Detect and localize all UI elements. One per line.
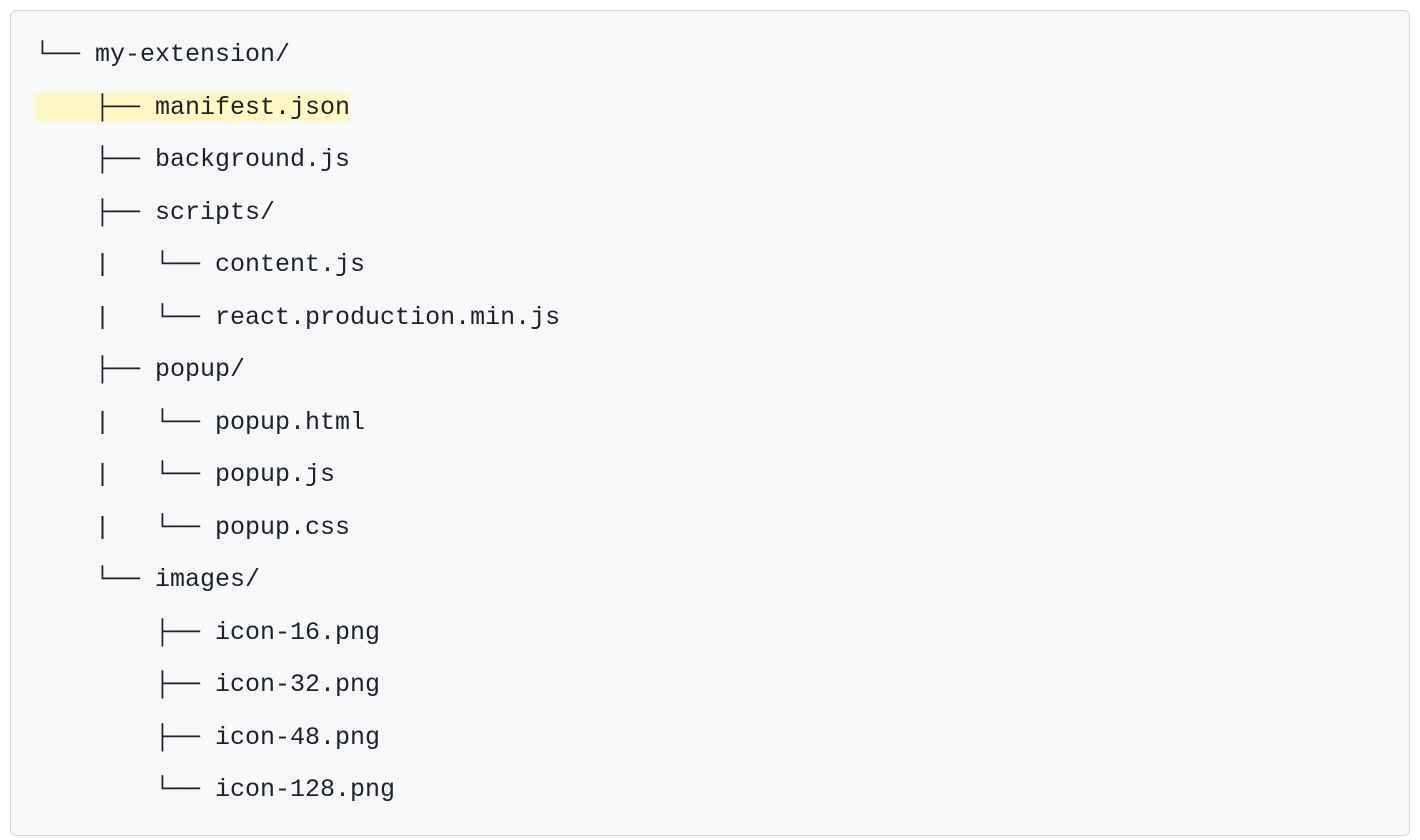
tree-entry-name: icon-48.png <box>215 723 380 752</box>
tree-prefix: | └── <box>35 408 215 437</box>
tree-line: | └── popup.js <box>35 449 1385 502</box>
tree-entry-name: popup.css <box>215 513 350 542</box>
tree-prefix: └── <box>35 775 215 804</box>
tree-line: | └── popup.css <box>35 502 1385 555</box>
tree-line: ├── manifest.json <box>35 82 1385 135</box>
tree-line: ├── popup/ <box>35 344 1385 397</box>
tree-line: | └── content.js <box>35 239 1385 292</box>
tree-prefix: ├── <box>35 145 155 174</box>
tree-line: └── my-extension/ <box>35 29 1385 82</box>
tree-entry-name: my-extension/ <box>95 40 290 69</box>
tree-prefix: ├── <box>35 93 155 122</box>
tree-line: ├── scripts/ <box>35 187 1385 240</box>
tree-line: ├── icon-16.png <box>35 607 1385 660</box>
tree-prefix: | └── <box>35 250 215 279</box>
tree-entry-name: popup/ <box>155 355 245 384</box>
tree-line: ├── background.js <box>35 134 1385 187</box>
tree-entry-name: images/ <box>155 565 260 594</box>
tree-entry-name: manifest.json <box>155 93 350 122</box>
tree-prefix: ├── <box>35 723 215 752</box>
tree-prefix: ├── <box>35 618 215 647</box>
file-tree-content: └── my-extension/ ├── manifest.json ├── … <box>35 29 1385 817</box>
tree-entry-name: scripts/ <box>155 198 275 227</box>
tree-entry-name: icon-16.png <box>215 618 380 647</box>
tree-prefix: ├── <box>35 670 215 699</box>
tree-prefix: └── <box>35 565 155 594</box>
tree-prefix: └── <box>35 40 95 69</box>
tree-prefix: ├── <box>35 198 155 227</box>
tree-entry-name: content.js <box>215 250 365 279</box>
tree-prefix: ├── <box>35 355 155 384</box>
highlighted-line: ├── manifest.json <box>35 93 350 122</box>
tree-line: └── images/ <box>35 554 1385 607</box>
tree-prefix: | └── <box>35 460 215 489</box>
file-tree-code-block: └── my-extension/ ├── manifest.json ├── … <box>10 10 1410 836</box>
tree-line: | └── react.production.min.js <box>35 292 1385 345</box>
tree-prefix: | └── <box>35 303 215 332</box>
tree-entry-name: popup.js <box>215 460 335 489</box>
tree-entry-name: react.production.min.js <box>215 303 560 332</box>
tree-entry-name: popup.html <box>215 408 365 437</box>
tree-line: ├── icon-32.png <box>35 659 1385 712</box>
tree-entry-name: background.js <box>155 145 350 174</box>
tree-line: ├── icon-48.png <box>35 712 1385 765</box>
tree-entry-name: icon-128.png <box>215 775 395 804</box>
tree-entry-name: icon-32.png <box>215 670 380 699</box>
tree-line: | └── popup.html <box>35 397 1385 450</box>
tree-line: └── icon-128.png <box>35 764 1385 817</box>
tree-prefix: | └── <box>35 513 215 542</box>
